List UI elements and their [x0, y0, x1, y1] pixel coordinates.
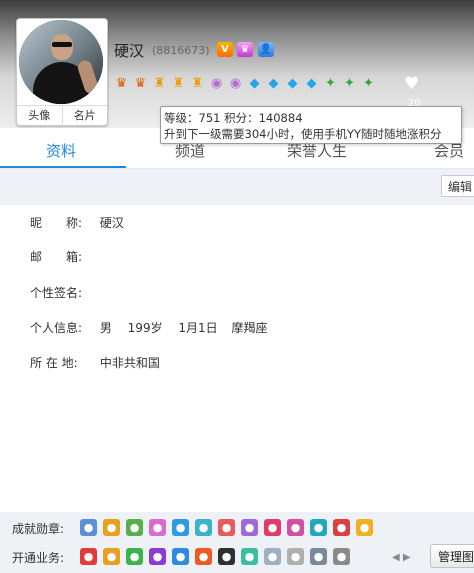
- avatar-photo-tab[interactable]: 头像: [17, 106, 62, 126]
- achievement-medal-icon[interactable]: ●: [310, 519, 327, 536]
- star-level-icon[interactable]: ✦: [360, 75, 377, 92]
- dia-level-icon[interactable]: ◆: [284, 75, 301, 92]
- service-nav-arrows[interactable]: ◀ ▶: [392, 552, 411, 563]
- star-level-icon[interactable]: ✦: [341, 75, 358, 92]
- service-icon[interactable]: ●: [149, 548, 166, 565]
- dia-level-icon[interactable]: ◆: [265, 75, 282, 92]
- personal-info-label: 个人信息:: [30, 321, 83, 335]
- manage-icons-button[interactable]: 管理图: [430, 544, 474, 568]
- level-tooltip: 等级：751 积分：140884 升到下一级需要304小时，使用手机YY随时随地…: [160, 106, 462, 144]
- tab-profile[interactable]: 资料: [46, 140, 76, 161]
- active-tab-indicator: [0, 166, 126, 168]
- gender-value: 男: [99, 321, 112, 335]
- service-icon[interactable]: ●: [310, 548, 327, 565]
- achievement-medal-icon[interactable]: ●: [80, 519, 97, 536]
- achievement-icons: ● ● ● ● ● ● ● ● ● ● ● ● ●: [80, 519, 373, 536]
- crown-badge-icon[interactable]: ♛: [237, 42, 253, 57]
- cup-level-icon[interactable]: ♜: [151, 75, 168, 92]
- achievement-medal-icon[interactable]: ●: [356, 519, 373, 536]
- heart-icon[interactable]: ♥: [404, 74, 419, 94]
- achievement-medal-icon[interactable]: ●: [333, 519, 350, 536]
- achievement-medal-icon[interactable]: ●: [195, 519, 212, 536]
- personal-info-row: 个人信息: 男 199岁 1月1日 摩羯座: [30, 319, 268, 336]
- service-icon[interactable]: ●: [103, 548, 120, 565]
- tooltip-level-line: 等级：751 积分：140884: [164, 111, 303, 125]
- nickname-value: 硬汉: [99, 216, 124, 230]
- avatar[interactable]: [19, 20, 103, 104]
- service-icons: ● ● ● ● ● ● ● ● ● ● ● ●: [80, 548, 350, 565]
- footer-panel: 成就勋章: ● ● ● ● ● ● ● ● ● ● ● ● ● 开通业务: ● ● ● ● ● ● ● ● ● ● ● ● ◀…: [0, 512, 474, 573]
- achievement-medal-icon[interactable]: ●: [172, 519, 189, 536]
- user-badge-icon[interactable]: 👤: [258, 42, 274, 57]
- user-name: 硬汉: [114, 42, 145, 60]
- location-row: 所 在 地: 中非共和国: [30, 354, 160, 371]
- service-icon[interactable]: ●: [80, 548, 97, 565]
- achievement-medal-icon[interactable]: ●: [218, 519, 235, 536]
- cup-level-icon[interactable]: ♜: [189, 75, 206, 92]
- zodiac-value: 摩羯座: [231, 321, 268, 335]
- achievement-medal-icon[interactable]: ●: [103, 519, 120, 536]
- service-icon[interactable]: ●: [264, 548, 281, 565]
- star-level-icon[interactable]: ✦: [322, 75, 339, 92]
- content-toolbar: 编辑: [0, 169, 474, 205]
- service-icon[interactable]: ●: [126, 548, 143, 565]
- avatar-tabs: 头像 名片: [17, 105, 107, 126]
- moon-level-icon[interactable]: ◉: [208, 75, 225, 92]
- location-label: 所 在 地:: [30, 356, 78, 370]
- vip-badge-icon[interactable]: V: [217, 42, 233, 57]
- avatar-card: 头像 名片: [16, 18, 108, 126]
- signature-row: 个性签名:: [30, 284, 100, 301]
- services-label: 开通业务:: [12, 551, 65, 565]
- dia-level-icon[interactable]: ◆: [303, 75, 320, 92]
- nickname-row: 昵 称: 硬汉: [30, 214, 124, 231]
- crown-level-icon[interactable]: ♛: [132, 75, 149, 92]
- crown-level-icon[interactable]: ♛: [113, 75, 130, 92]
- edit-button[interactable]: 编辑: [441, 175, 474, 197]
- service-icon[interactable]: ●: [218, 548, 235, 565]
- achievement-medal-icon[interactable]: ●: [241, 519, 258, 536]
- dia-level-icon[interactable]: ◆: [246, 75, 263, 92]
- service-icon[interactable]: ●: [287, 548, 304, 565]
- user-id: (8816673): [152, 44, 210, 57]
- service-icon[interactable]: ●: [172, 548, 189, 565]
- level-icons[interactable]: ♛ ♛ ♜ ♜ ♜ ◉ ◉ ◆ ◆ ◆ ◆ ✦ ✦ ✦: [113, 75, 377, 93]
- age-value: 199岁: [127, 321, 163, 335]
- signature-label: 个性签名:: [30, 286, 83, 300]
- birthday-value: 1月1日: [178, 321, 218, 335]
- nickname-label: 昵 称:: [30, 216, 83, 230]
- service-icon[interactable]: ●: [333, 548, 350, 565]
- tooltip-upgrade-line: 升到下一级需要304小时，使用手机YY随时随地涨积分: [164, 127, 442, 141]
- moon-level-icon[interactable]: ◉: [227, 75, 244, 92]
- business-card-tab[interactable]: 名片: [61, 106, 108, 126]
- cup-level-icon[interactable]: ♜: [170, 75, 187, 92]
- email-row: 邮 箱:: [30, 248, 100, 265]
- achievement-medal-icon[interactable]: ●: [287, 519, 304, 536]
- achievement-medal-icon[interactable]: ●: [149, 519, 166, 536]
- email-label: 邮 箱:: [30, 250, 83, 264]
- service-icon[interactable]: ●: [241, 548, 258, 565]
- achievement-medal-icon[interactable]: ●: [264, 519, 281, 536]
- achievements-label: 成就勋章:: [12, 522, 65, 536]
- service-icon[interactable]: ●: [195, 548, 212, 565]
- achievement-medal-icon[interactable]: ●: [126, 519, 143, 536]
- location-value: 中非共和国: [99, 356, 160, 370]
